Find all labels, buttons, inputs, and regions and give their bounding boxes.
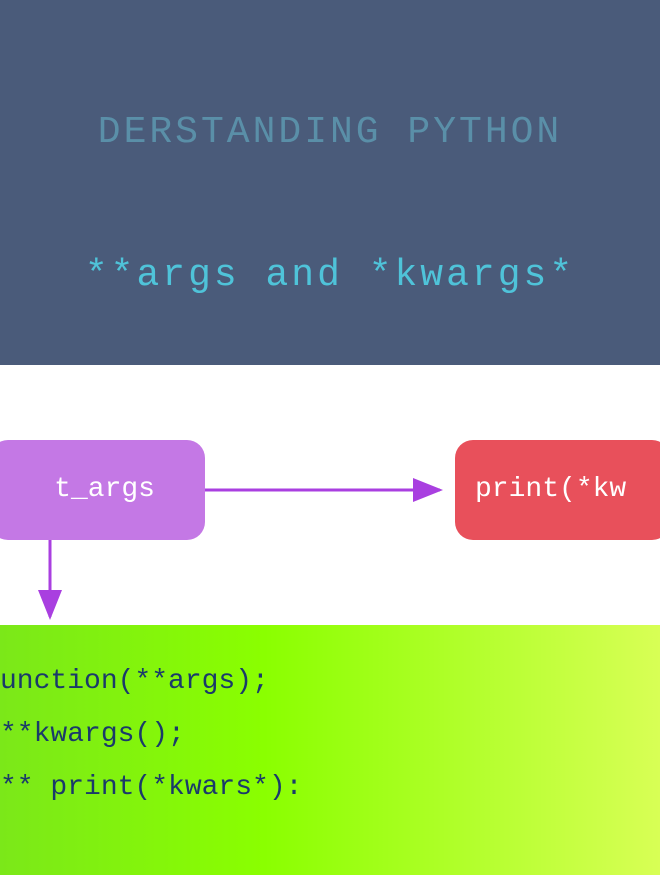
code-line-2: **kwargs(); xyxy=(0,719,185,750)
args-box: t_args xyxy=(0,440,205,540)
title-line-1: DERSTANDING PYTHON xyxy=(0,109,660,157)
print-kwargs-box: print(*kw xyxy=(455,440,660,540)
title-line-2: **args and *kwargs* xyxy=(0,252,660,300)
code-line-1: unction(**args); xyxy=(0,666,269,697)
slide-title-banner: DERSTANDING PYTHON **args and *kwargs* xyxy=(0,0,660,365)
code-block: unction(**args); **kwargs(); ** print(*k… xyxy=(0,625,660,875)
args-box-label: t_args xyxy=(54,474,155,505)
print-kwargs-box-label: print(*kw xyxy=(475,474,626,505)
code-line-3: ** print(*kwars*): xyxy=(0,772,302,803)
diagram-area: t_args print(*kw unction(**args); **kwar… xyxy=(0,365,660,885)
